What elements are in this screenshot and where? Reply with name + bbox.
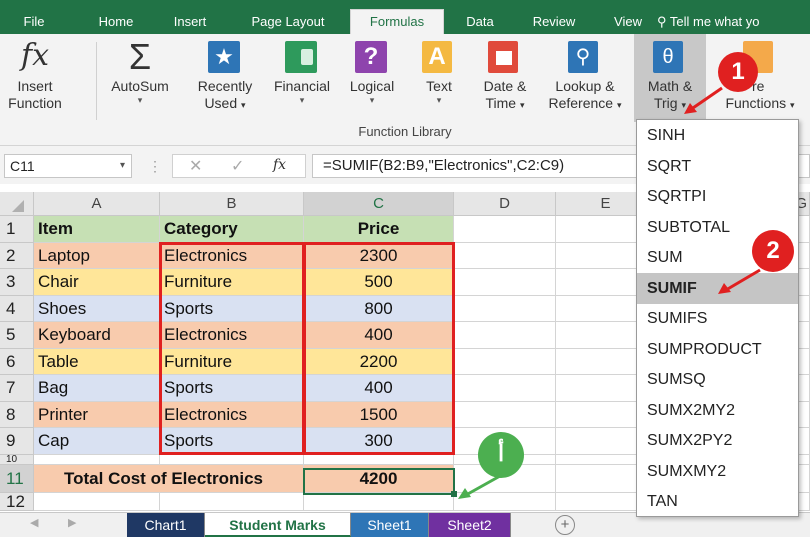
arrow-1 bbox=[689, 86, 723, 112]
step-badge-2: 2 bbox=[752, 230, 794, 272]
annotation-arrows bbox=[458, 86, 761, 499]
step-badge-1: 1 bbox=[718, 52, 758, 92]
arrow-3 bbox=[465, 474, 501, 497]
step-badge-alef: أ bbox=[478, 432, 524, 478]
arrow-1-head bbox=[684, 103, 697, 114]
arrow-2 bbox=[725, 268, 761, 292]
